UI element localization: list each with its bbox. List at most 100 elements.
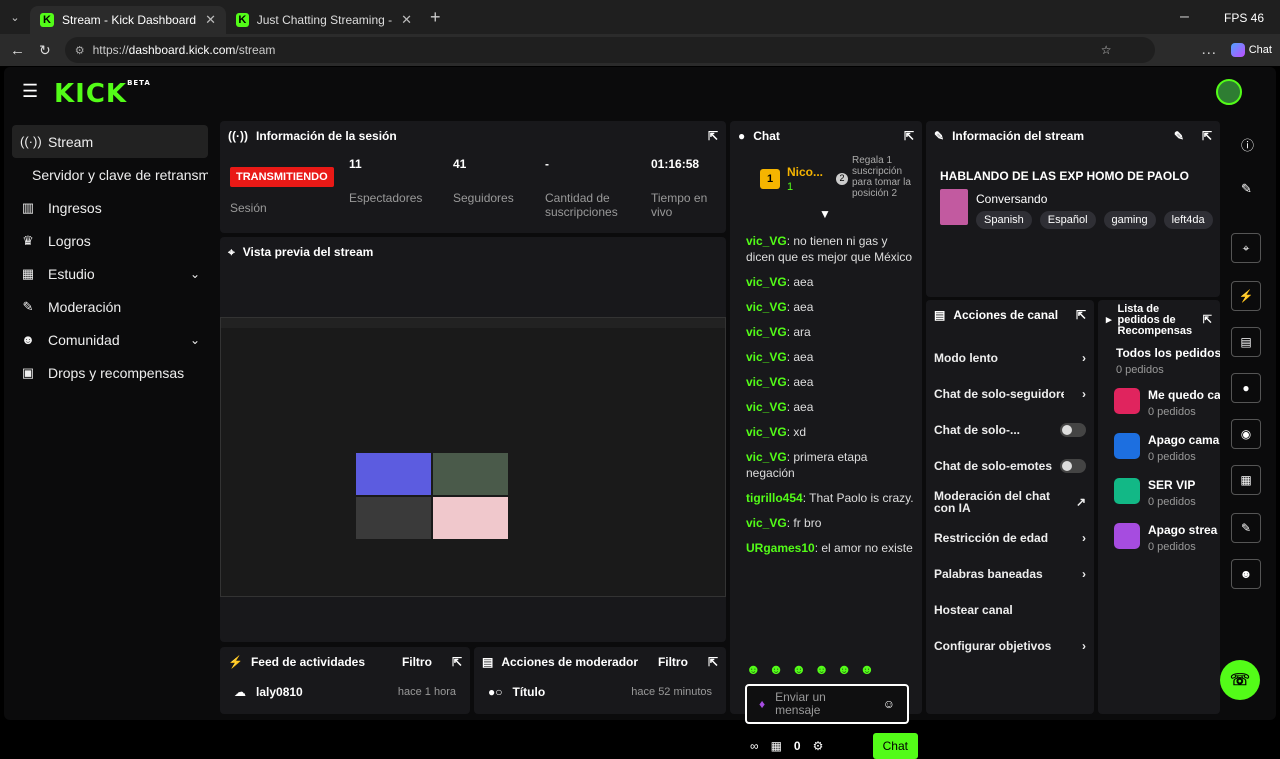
chat-message: vic_VG: aea [746,375,814,389]
user-avatar[interactable] [1216,79,1242,105]
tag-chip[interactable]: left4da [1163,211,1213,229]
support-button[interactable]: ☏ [1220,660,1260,700]
bolt-action-icon[interactable]: ⚡ [1231,281,1261,311]
sidebar-item-drops[interactable]: ▣ Drops y recompensas [12,356,208,389]
reward-item[interactable]: Me quedo ca 0 pedidos [1098,388,1220,433]
chat-message: vic_VG: aea [746,400,814,414]
infinity-icon[interactable]: ∞ [750,739,759,753]
channel-action-host[interactable]: Hostear canal [926,592,1094,628]
sidebar-item-comunidad[interactable]: ☻ Comunidad ⌄ [12,323,208,356]
category-thumbnail [940,189,968,225]
popout-icon[interactable]: ⇱ [708,129,718,143]
channel-action-followers-only[interactable]: Chat de solo-seguidore › [926,376,1094,412]
sidebar-item-moderacion[interactable]: ✎ Moderación [12,290,208,323]
tag-chip[interactable]: gaming [1103,211,1156,229]
store-icon[interactable]: ▦ [771,739,782,753]
chat-message: URgames10: el amor no existe [746,541,913,555]
chat-input[interactable]: ♦ Enviar un mensaje ☺ [745,684,909,724]
edit-icon[interactable]: ✎ [1241,181,1252,197]
channel-action-goals[interactable]: Configurar objetivos › [926,628,1094,664]
channel-action-emotes-only[interactable]: Chat de solo-emotes [926,448,1094,484]
chat-send-button[interactable]: Chat [872,733,918,759]
shield-icon: ▤ [482,655,494,669]
reward-icon [1114,478,1140,504]
channel-action-slow-mode[interactable]: Modo lento › [926,340,1094,376]
close-tab-icon[interactable]: ✕ [401,12,412,28]
new-tab-icon[interactable]: + [430,7,441,28]
emote-icon[interactable]: ☻☻☻☻☻☻ [746,661,882,677]
moderation-action-icon[interactable]: ▦ [1231,465,1261,495]
favorite-star-icon[interactable]: ☆ [1101,43,1112,57]
sidebar-item-logros[interactable]: ♛ Logros [12,224,208,257]
stream-preview-panel: ⌖ Vista previa del stream [220,237,726,642]
reward-item[interactable]: Apago strea 0 pedidos [1098,523,1220,568]
channel-action-ai-moderation[interactable]: Moderación del chat con IA ↗ [926,484,1094,520]
popout-icon[interactable]: ⇱ [1202,129,1212,143]
session-info-panel: ((·)) Información de la sesión ⇱ TRANSMITI… [220,121,726,233]
filter-button[interactable]: Filtro [658,655,688,669]
tag-chip[interactable]: Spanish [976,211,1032,229]
reload-icon[interactable]: ↻ [39,42,51,59]
url-field[interactable]: ⚙ https://dashboard.kick.com/stream ☆ [64,37,1155,63]
studio-icon: ▦ [21,265,35,281]
emoji-icon[interactable]: ☺ [883,697,895,711]
chat-action-icon[interactable]: ● [1231,373,1261,403]
hamburger-menu-icon[interactable]: ☰ [22,81,38,102]
notes-action-icon[interactable]: ▤ [1231,327,1261,357]
wrench-action-icon[interactable]: ✎ [1231,513,1261,543]
sidebar: ((·)) Stream Servidor y clave de retransm… [12,125,208,389]
back-icon[interactable]: ← [10,42,25,59]
popout-icon[interactable]: ⇱ [1076,308,1086,322]
sidebar-item-stream[interactable]: ((·)) Stream [12,125,208,158]
stat-viewers: 11 Espectadores [349,157,423,205]
sidebar-item-ingresos[interactable]: ▥ Ingresos [12,191,208,224]
channel-action-subs-only[interactable]: Chat de solo-... [926,412,1094,448]
menu-dots-icon[interactable]: … [1201,41,1217,59]
popout-icon[interactable]: ⇱ [708,655,718,669]
community-action-icon[interactable]: ☻ [1231,559,1261,589]
tab-list-icon[interactable]: ⌄ [0,11,30,24]
stream-preview-video[interactable] [220,317,726,597]
gift-icon: ▸ [1106,313,1112,326]
broadcast-icon: ((·)) [228,129,248,143]
kick-logo[interactable]: KICKBETA [54,79,151,109]
trophy-icon: ♛ [22,232,34,248]
sidebar-item-estudio[interactable]: ▦ Estudio ⌄ [12,257,208,290]
scroll-down-icon[interactable]: ▼ [819,207,831,221]
copilot-button[interactable]: Chat [1230,43,1272,57]
tab-kick-dashboard[interactable]: K Stream - Kick Dashboard ✕ [30,6,226,34]
filter-button[interactable]: Filtro [402,655,432,669]
popout-icon[interactable]: ⇱ [1203,314,1212,326]
chevron-right-icon: › [1082,387,1086,401]
minimize-icon[interactable]: – [1180,8,1189,26]
edit-icon[interactable]: ✎ [1174,129,1184,143]
stream-info-panel: ✎ Información del stream ✎ ⇱ HABLANDO DE LA… [926,121,1220,297]
info-icon[interactable]: ⓘ [1241,135,1254,154]
popout-icon[interactable]: ⇱ [904,129,914,143]
site-info-icon[interactable]: ⚙ [75,44,85,57]
reward-item[interactable]: SER VIP 0 pedidos [1098,478,1220,523]
emotes-only-toggle[interactable] [1060,459,1086,473]
rewards-all[interactable]: Todos los pedidos 0 pedidos [1098,340,1220,382]
close-tab-icon[interactable]: ✕ [205,12,216,28]
popout-icon[interactable]: ⇱ [452,655,462,669]
camera-action-icon[interactable]: ⌖ [1231,233,1261,263]
browser-tabbar: ⌄ K Stream - Kick Dashboard ✕ K Just Cha… [0,0,1280,34]
channel-action-age-restriction[interactable]: Restricción de edad › [926,520,1094,556]
reward-item[interactable]: Apago cama 0 pedidos [1098,433,1220,478]
category-label[interactable]: Conversando [976,192,1047,206]
tab-just-chatting[interactable]: K Just Chatting Streaming - Live Stre ✕ [226,6,422,34]
people-icon: ☻ [21,332,35,347]
channel-action-banned-words[interactable]: Palabras baneadas › [926,556,1094,592]
chat-message: vic_VG: aea [746,275,814,289]
fps-readout: FPS 46 [1224,11,1265,25]
broadcast-action-icon[interactable]: ◉ [1231,419,1261,449]
tag-chip[interactable]: Español [1039,211,1096,229]
subs-only-toggle[interactable] [1060,423,1086,437]
mic-icon[interactable]: ♦ [759,697,765,711]
sidebar-item-server-key[interactable]: Servidor y clave de retransm [12,158,208,191]
settings-icon[interactable]: ⚙ [813,739,824,753]
status-badge: TRANSMITIENDO [230,167,334,187]
stat-followers: 41 Seguidores [453,157,514,205]
reward-icon [1114,433,1140,459]
